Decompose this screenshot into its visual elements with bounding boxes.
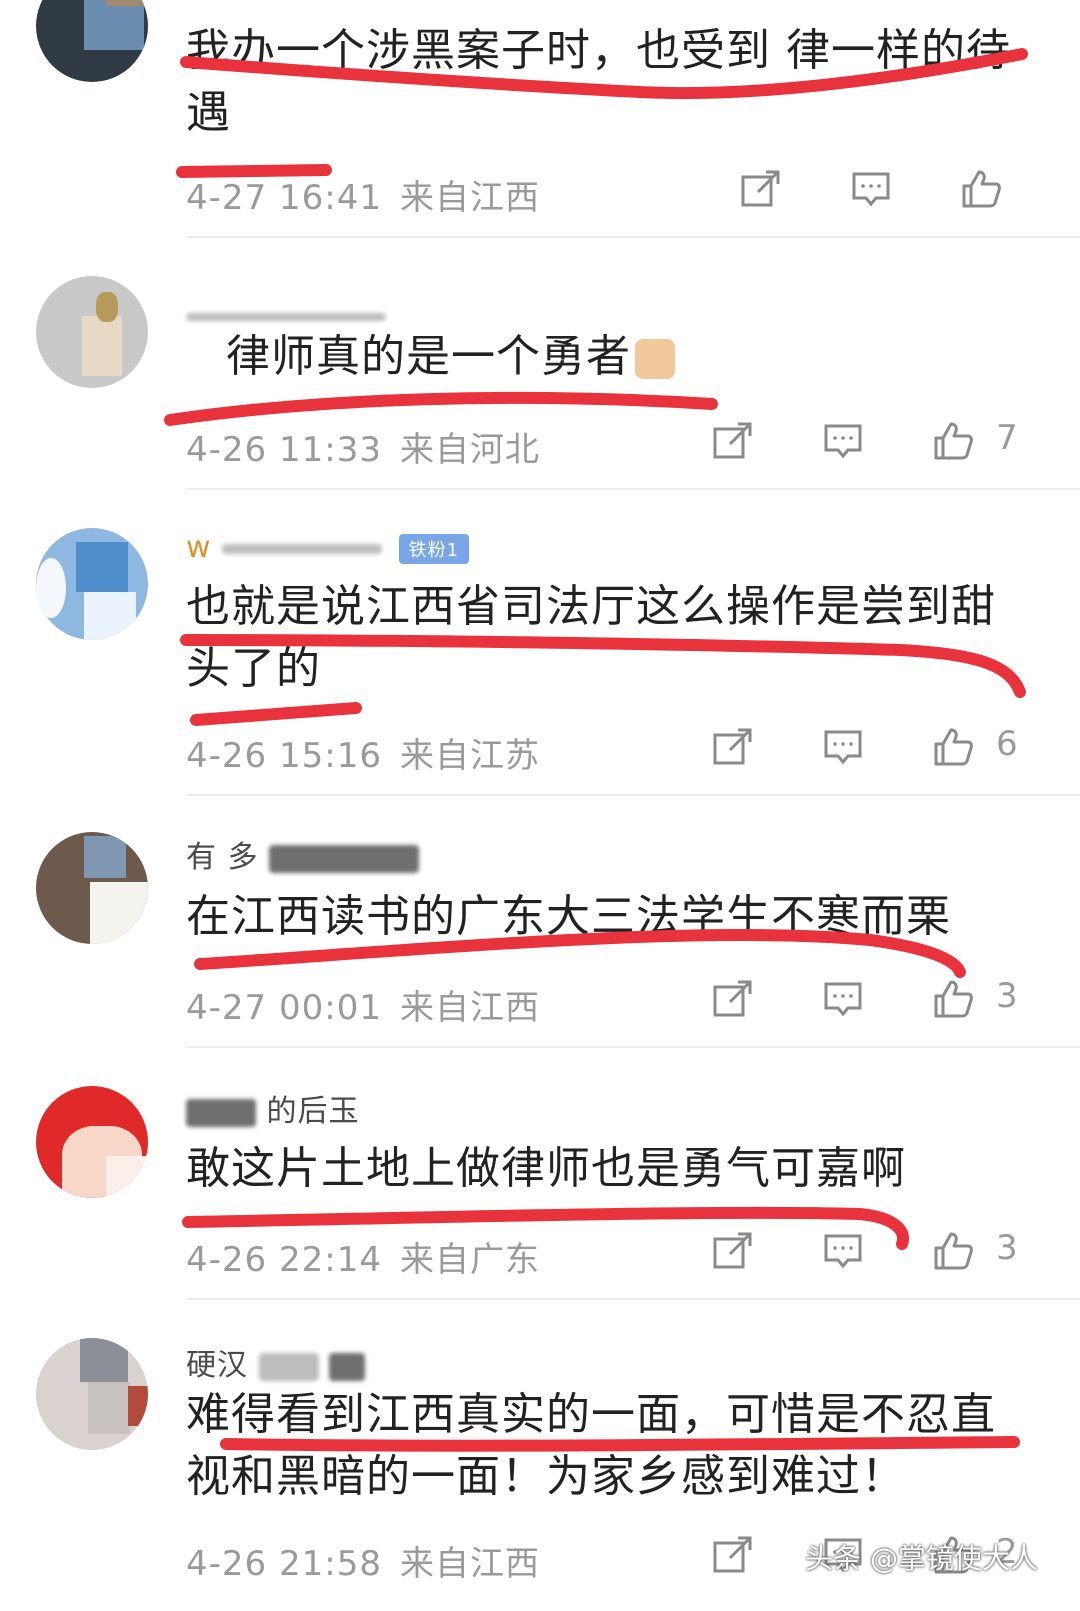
thumbs-up-icon[interactable] [932,1230,974,1272]
divider [186,794,1080,796]
thumbs-up-icon[interactable] [932,978,974,1020]
avatar[interactable] [36,1338,148,1450]
username-text: 有 多 [186,840,259,875]
username[interactable]: 硬汉 [186,1340,366,1384]
comment-text: 在江西读书的广东大三法学生不寒而栗 [186,891,951,942]
share-icon[interactable] [712,978,754,1020]
share-icon[interactable] [712,420,754,462]
action-bar: 3 [0,1228,1080,1274]
username-blur [329,1352,366,1381]
comment-icon[interactable] [850,168,892,210]
red-underline [164,391,718,426]
red-underline-annotations [164,48,1028,1452]
username[interactable]: 的后玉 [186,1086,360,1130]
action-bar: 7 [0,418,1080,464]
like-count: 6 [996,724,1018,764]
username[interactable]: w 铁粉1 [186,530,470,565]
comment-text: 律师真的是一个勇者 [226,326,1040,388]
comment-text: 难得看到江西真实的一面，可惜是不忍直视和黑暗的一面！为家乡感到难过！ [186,1389,996,1502]
thumbs-up-icon[interactable] [932,420,974,462]
watermark: 头条 @掌镜使大人 [805,1542,1038,1575]
comment-icon[interactable] [822,726,864,768]
comment-text: 也就是说江西省司法厅这么操作是尝到甜头了的 [186,581,996,694]
like-count: 3 [996,1228,1018,1268]
username-blur [222,543,383,554]
username-blur [258,1352,319,1381]
username[interactable]: 有 多 [186,832,420,876]
like-count: 7 [996,418,1018,458]
thumbs-up-emoji-icon [635,339,675,379]
username-text: 硬汉 [186,1348,248,1383]
avatar[interactable] [36,0,148,82]
avatar[interactable] [36,832,148,944]
comment-text: 我办一个涉黑案子时，也受到 律一样的待遇 [186,25,1011,138]
share-icon[interactable] [712,1230,754,1272]
avatar[interactable] [36,276,148,388]
share-icon[interactable] [712,1534,754,1576]
username-blur [186,312,386,321]
thumbs-up-icon[interactable] [932,726,974,768]
username-text: w [186,530,212,565]
comment-icon[interactable] [822,420,864,462]
username-blur [269,844,420,873]
avatar[interactable] [36,528,148,640]
like-count: 3 [996,976,1018,1016]
comment-text-content: 律师真的是一个勇者 [226,331,631,382]
comment-icon[interactable] [822,1230,864,1272]
divider [186,1046,1080,1048]
divider [186,488,1080,490]
action-bar: 3 [0,976,1080,1022]
comment-text: 敢这片土地上做律师也是勇气可嘉啊 [186,1143,906,1194]
divider [186,236,1080,238]
thumbs-up-icon[interactable] [960,168,1002,210]
divider [186,1298,1080,1300]
share-icon[interactable] [712,726,754,768]
share-icon[interactable] [740,168,782,210]
red-underline [190,702,362,726]
username-text: 的后玉 [266,1094,360,1129]
fan-badge: 铁粉1 [398,533,470,564]
comment-icon[interactable] [822,978,864,1020]
action-bar: 6 [0,724,1080,770]
avatar[interactable] [36,1086,148,1198]
username-blur [186,1098,256,1127]
action-bar [0,168,1080,212]
